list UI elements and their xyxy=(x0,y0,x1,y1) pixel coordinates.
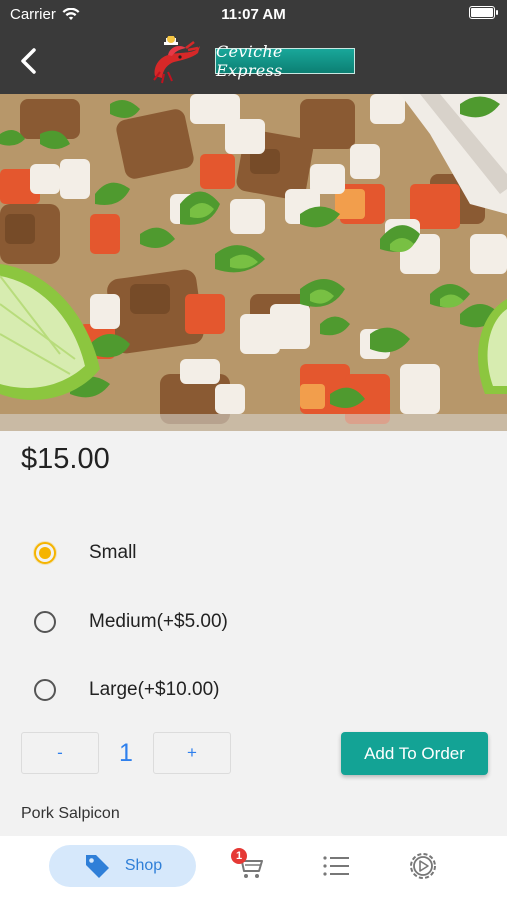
product-name: Pork Salpicon xyxy=(21,805,120,822)
size-label: Large(+$10.00) xyxy=(89,679,220,700)
tag-icon xyxy=(85,855,109,878)
chevron-left-icon xyxy=(21,48,36,74)
quantity-value: 1 xyxy=(119,738,133,767)
quantity-increment-button[interactable]: + xyxy=(153,732,231,774)
tab-settings[interactable] xyxy=(407,850,439,882)
cart-count-badge: 1 xyxy=(231,848,247,864)
product-price: $15.00 xyxy=(21,443,110,475)
ceviche-photo xyxy=(0,94,507,431)
list-icon xyxy=(323,856,349,876)
product-image xyxy=(0,94,507,431)
radio-button[interactable] xyxy=(34,611,56,633)
logo-plate: Ceviche Express xyxy=(215,42,355,80)
back-button[interactable] xyxy=(14,44,44,78)
status-bar: Carrier 11:07 AM xyxy=(0,0,507,28)
brand-logo: Ceviche Express xyxy=(150,36,360,84)
size-option-medium[interactable]: Medium(+$5.00) xyxy=(34,602,228,642)
bottom-tab-bar: Shop 1 xyxy=(0,836,507,900)
radio-button[interactable] xyxy=(34,679,56,701)
app-header: Ceviche Express xyxy=(0,28,507,94)
product-details: $15.00 Small Medium(+$5.00) Large(+$10.0… xyxy=(0,431,507,836)
tab-shop-label: Shop xyxy=(124,857,163,874)
size-option-large[interactable]: Large(+$10.00) xyxy=(34,670,219,710)
logo-text: Ceviche Express xyxy=(216,42,283,80)
add-to-order-button[interactable]: Add To Order xyxy=(341,732,488,775)
tab-cart[interactable]: 1 xyxy=(231,848,265,882)
size-option-small[interactable]: Small xyxy=(34,533,137,573)
size-label: Small xyxy=(89,542,137,563)
lobster-logo-icon xyxy=(153,36,200,84)
battery-icon xyxy=(469,6,498,19)
settings-icon xyxy=(410,853,436,879)
quantity-decrement-button[interactable]: - xyxy=(21,732,99,774)
size-label: Medium(+$5.00) xyxy=(89,611,228,632)
tab-shop[interactable]: Shop xyxy=(49,845,196,887)
tab-orders[interactable] xyxy=(320,850,352,882)
radio-button-selected[interactable] xyxy=(34,542,56,564)
clock: 11:07 AM xyxy=(221,6,286,23)
